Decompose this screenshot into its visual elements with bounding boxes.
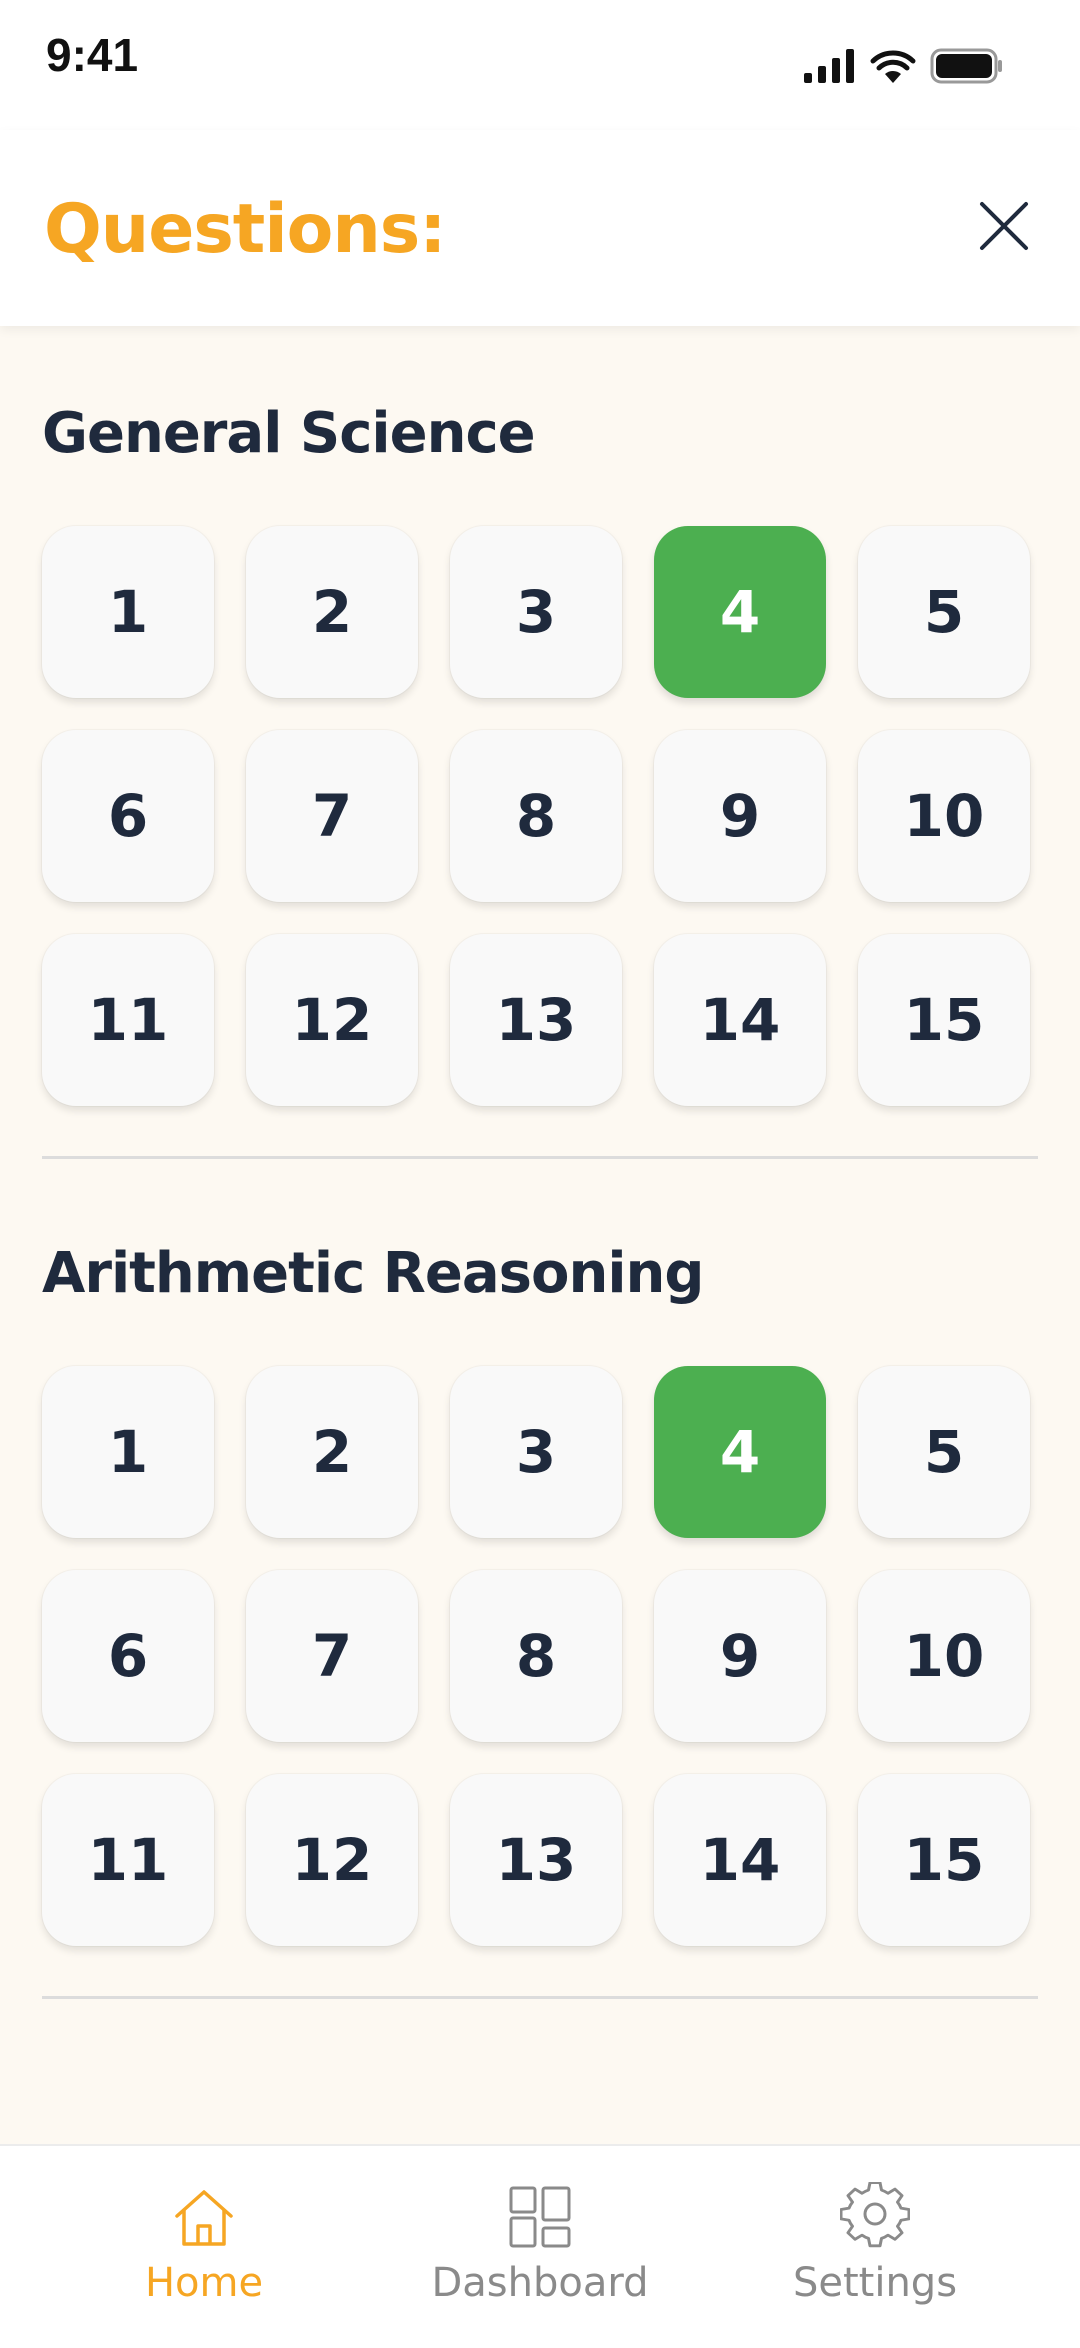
cellular-signal-icon [804,49,854,83]
question-button[interactable]: 9 [654,730,826,902]
battery-icon [930,48,1002,84]
nav-item-settings[interactable]: Settings [745,2182,1005,2306]
section-divider [42,1996,1038,1999]
question-button[interactable]: 12 [246,934,418,1106]
content-area: General Science 1 2 3 4 5 6 7 8 9 10 11 … [0,326,1080,2144]
question-button[interactable]: 13 [450,1774,622,1946]
question-button[interactable]: 6 [42,730,214,902]
status-bar: 9:41 [0,0,1080,130]
page-title: Questions: [44,190,446,269]
home-icon [175,2190,233,2246]
status-icons [804,48,1004,84]
question-button[interactable]: 11 [42,934,214,1106]
question-grid: 1 2 3 4 5 6 7 8 9 10 11 12 13 14 15 [42,1366,1038,1946]
settings-icon [840,2182,910,2248]
close-icon [980,202,1028,250]
question-button[interactable]: 12 [246,1774,418,1946]
question-button[interactable]: 6 [42,1570,214,1742]
question-button-active[interactable]: 4 [654,526,826,698]
nav-label-home: Home [144,2260,264,2306]
question-button[interactable]: 5 [858,526,1030,698]
section-arithmetic-reasoning: Arithmetic Reasoning 1 2 3 4 5 6 7 8 9 1… [42,1234,1038,1999]
question-button[interactable]: 1 [42,526,214,698]
header: Questions: [0,130,1080,326]
question-button[interactable]: 2 [246,1366,418,1538]
nav-item-dashboard[interactable]: Dashboard [410,2182,670,2306]
section-title: Arithmetic Reasoning [42,1241,705,1306]
question-button[interactable]: 14 [654,1774,826,1946]
question-button[interactable]: 2 [246,526,418,698]
question-button[interactable]: 13 [450,934,622,1106]
bottom-nav: Home Dashboard Settings [0,2144,1080,2348]
question-button[interactable]: 5 [858,1366,1030,1538]
question-button[interactable]: 7 [246,730,418,902]
wifi-icon [870,50,916,83]
question-grid: 1 2 3 4 5 6 7 8 9 10 11 12 13 14 15 [42,526,1038,1106]
section-title: General Science [42,401,536,466]
status-time: 9:41 [46,29,139,81]
question-button[interactable]: 3 [450,1366,622,1538]
question-button[interactable]: 11 [42,1774,214,1946]
question-button[interactable]: 8 [450,730,622,902]
question-button[interactable]: 8 [450,1570,622,1742]
section-divider [42,1156,1038,1159]
nav-label-settings: Settings [792,2260,958,2306]
question-button[interactable]: 10 [858,730,1030,902]
question-button[interactable]: 15 [858,1774,1030,1946]
question-button[interactable]: 15 [858,934,1030,1106]
question-button[interactable]: 1 [42,1366,214,1538]
question-button[interactable]: 10 [858,1570,1030,1742]
dashboard-icon [509,2186,571,2248]
question-button[interactable]: 7 [246,1570,418,1742]
section-general-science: General Science 1 2 3 4 5 6 7 8 9 10 11 … [42,394,1038,1159]
question-button-active[interactable]: 4 [654,1366,826,1538]
question-button[interactable]: 14 [654,934,826,1106]
nav-label-dashboard: Dashboard [431,2260,649,2306]
question-button[interactable]: 3 [450,526,622,698]
question-button[interactable]: 9 [654,1570,826,1742]
nav-item-home[interactable]: Home [74,2182,334,2306]
close-button[interactable] [974,196,1034,256]
